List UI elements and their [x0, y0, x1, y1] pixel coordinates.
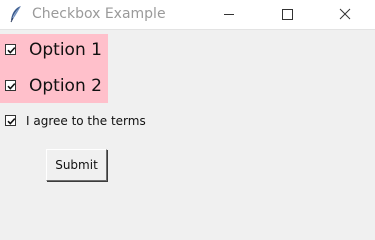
agree-terms-checkbox[interactable]: I agree to the terms: [0, 111, 160, 131]
window-title: Checkbox Example: [32, 6, 166, 22]
submit-button[interactable]: Submit: [46, 149, 107, 181]
maximize-button[interactable]: [264, 0, 310, 29]
option-1-checkbox[interactable]: Option 1: [0, 34, 108, 68]
minimize-button[interactable]: [206, 0, 252, 29]
title-bar[interactable]: Checkbox Example: [0, 0, 375, 30]
close-icon: [339, 8, 351, 20]
option-2-label: Option 2: [29, 76, 102, 96]
minimize-icon: [224, 14, 234, 15]
checkbox-checked-icon[interactable]: [5, 44, 16, 55]
checkbox-checked-icon[interactable]: [5, 115, 16, 126]
close-button[interactable]: [322, 0, 368, 29]
option-2-checkbox[interactable]: Option 2: [0, 69, 108, 103]
app-window: Checkbox Example Option 1 Option 2 I agr…: [0, 0, 375, 237]
maximize-icon: [282, 9, 293, 20]
checkbox-checked-icon[interactable]: [5, 80, 16, 91]
agree-terms-label: I agree to the terms: [26, 114, 146, 128]
option-1-label: Option 1: [29, 40, 102, 60]
feather-icon: [9, 5, 23, 23]
